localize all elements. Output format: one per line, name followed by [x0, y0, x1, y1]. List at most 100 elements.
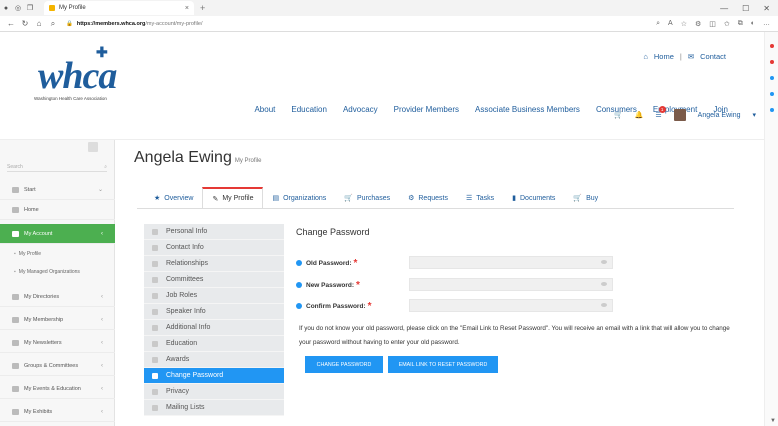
home-link[interactable]: Home — [654, 52, 674, 61]
menu-icon[interactable]: … — [763, 20, 770, 28]
sidebar-dot-icon[interactable] — [769, 60, 774, 64]
back-icon[interactable]: ← — [4, 19, 18, 28]
tasks-icon[interactable]: ☰ 1 — [655, 106, 666, 119]
extensions-icon[interactable]: ⚙ — [695, 20, 701, 28]
split-screen-icon[interactable]: ◫ — [709, 20, 716, 28]
browser-tab-actions-icon[interactable]: ❐ — [24, 2, 36, 14]
email-reset-link-button[interactable]: EMAIL LINK TO RESET PASSWORD — [388, 356, 498, 373]
subnav-job-roles[interactable]: Job Roles — [144, 288, 284, 304]
old-password-field[interactable] — [409, 256, 613, 269]
eye-icon[interactable] — [601, 260, 607, 264]
tab-documents[interactable]: ▮ Documents — [503, 187, 564, 209]
tab-purchases[interactable]: 🛒 Purchases — [335, 187, 399, 209]
browser-profile-icon[interactable]: ● — [0, 2, 12, 14]
refresh-icon[interactable]: ↻ — [18, 19, 32, 28]
logo-cross-icon: ✚ — [96, 44, 108, 60]
change-password-button[interactable]: CHANGE PASSWORD — [305, 356, 383, 373]
tab-overview[interactable]: ★ Overview — [145, 187, 202, 209]
sidebar-dot-icon[interactable] — [769, 108, 774, 112]
sidebar-item-my-newsletters[interactable]: My Newsletters ‹ — [0, 333, 115, 353]
new-tab-button[interactable]: + — [200, 3, 205, 13]
sidebar-dot-icon[interactable] — [769, 44, 774, 48]
sidebar-subitem-managed-orgs[interactable]: ▪ My Managed Organizations — [0, 264, 115, 280]
sidebar-item-start[interactable]: Start ⌄ — [0, 180, 115, 200]
tab-tasks[interactable]: ☰ Tasks — [457, 187, 503, 209]
required-mark: * — [367, 300, 372, 312]
notification-badge: 1 — [658, 106, 666, 113]
sidebar-item-groups-committees[interactable]: Groups & Committees ‹ — [0, 356, 115, 376]
nav-provider-members[interactable]: Provider Members — [394, 105, 459, 114]
home-icon[interactable]: ⌂ — [32, 19, 46, 28]
chevron-down-icon[interactable]: ▾ — [752, 111, 756, 119]
cart-icon: 🛒 — [344, 195, 354, 202]
sidebar-item-label: My Newsletters — [24, 339, 62, 346]
copilot-icon[interactable]: ◐ — [751, 20, 755, 28]
subnav-mailing-lists[interactable]: Mailing Lists — [144, 400, 284, 416]
sidebar-toggle-icon[interactable] — [88, 142, 98, 152]
building-icon: ▤ — [272, 195, 280, 202]
user-name[interactable]: Angela Ewing — [698, 112, 741, 119]
favorite-star-icon[interactable]: ☆ — [681, 20, 687, 28]
favorites-icon[interactable]: ✩ — [724, 20, 730, 28]
nav-associate-business-members[interactable]: Associate Business Members — [475, 105, 580, 114]
sidebar-item-events-education[interactable]: My Events & Education ‹ — [0, 379, 115, 399]
subnav-awards[interactable]: Awards — [144, 352, 284, 368]
nav-advocacy[interactable]: Advocacy — [343, 105, 378, 114]
browser-tab[interactable]: My Profile × — [44, 1, 194, 15]
zoom-icon[interactable]: ⌕ — [656, 20, 660, 28]
search-input[interactable]: Search ⌕ — [7, 162, 107, 172]
collections-icon[interactable]: ⧉ — [738, 20, 743, 28]
tab-my-profile[interactable]: ✎ My Profile — [202, 187, 264, 209]
confirm-password-field[interactable] — [409, 299, 613, 312]
url-input[interactable]: 🔒 https://members.whca.org/my-account/my… — [66, 18, 646, 29]
subnav-education[interactable]: Education — [144, 336, 284, 352]
sidebar-subitem-my-profile[interactable]: ▪ My Profile — [0, 246, 115, 262]
info-icon[interactable] — [296, 260, 302, 266]
subnav-committees[interactable]: Committees — [144, 272, 284, 288]
new-password-field[interactable] — [409, 278, 613, 291]
chevron-left-icon: ‹ — [101, 385, 103, 392]
subnav-additional-info[interactable]: Additional Info — [144, 320, 284, 336]
tab-close-icon[interactable]: × — [185, 5, 189, 12]
minimize-button[interactable]: — — [720, 4, 728, 13]
tab-organizations[interactable]: ▤ Organizations — [263, 187, 335, 209]
read-aloud-icon[interactable]: A — [668, 20, 673, 28]
nav-education[interactable]: Education — [291, 105, 327, 114]
subnav-label: Contact Info — [166, 244, 204, 251]
address-bar-row: ← ↻ ⌂ ⌕ 🔒 https://members.whca.org/my-ac… — [0, 16, 778, 32]
search-icon[interactable]: ⌕ — [46, 19, 60, 29]
sidebar-item-my-account[interactable]: My Account ‹ — [0, 224, 115, 244]
eye-icon[interactable] — [601, 282, 607, 286]
close-window-button[interactable]: ✕ — [763, 4, 770, 13]
site-logo[interactable]: whca ✚ Washington Health Care Associatio… — [28, 44, 148, 106]
nav-about[interactable]: About — [254, 105, 275, 114]
trophy-icon — [152, 356, 158, 363]
subnav-relationships[interactable]: Relationships — [144, 256, 284, 272]
sidebar-dot-icon[interactable] — [769, 76, 774, 80]
sidebar-item-home[interactable]: Home — [0, 200, 115, 220]
sidebar-item-my-exhibits[interactable]: My Exhibits ‹ — [0, 402, 115, 422]
browser-workspaces-icon[interactable]: ◎ — [12, 2, 24, 14]
sidebar-dot-icon[interactable] — [769, 92, 774, 96]
maximize-button[interactable]: ☐ — [742, 4, 749, 13]
cart-icon[interactable]: 🛒 — [614, 111, 623, 119]
subnav-speaker-info[interactable]: Speaker Info — [144, 304, 284, 320]
subnav-privacy[interactable]: Privacy — [144, 384, 284, 400]
subnav-contact-info[interactable]: Contact Info — [144, 240, 284, 256]
mail-icon — [152, 404, 158, 411]
tab-buy[interactable]: 🛒 Buy — [564, 187, 607, 209]
bell-icon[interactable]: 🔔 — [635, 111, 644, 119]
sidebar-item-my-directories[interactable]: My Directories ‹ — [0, 287, 115, 307]
info-icon[interactable] — [296, 303, 302, 309]
sidebar-item-my-membership[interactable]: My Membership ‹ — [0, 310, 115, 330]
newsletter-icon — [12, 339, 19, 346]
subnav-change-password[interactable]: Change Password — [144, 368, 284, 384]
eye-icon[interactable] — [601, 303, 607, 307]
contact-link[interactable]: Contact — [700, 52, 726, 61]
info-icon[interactable] — [296, 282, 302, 288]
user-icon — [12, 230, 19, 237]
tab-requests[interactable]: ⚙ Requests — [399, 187, 457, 209]
scroll-down-icon[interactable]: ▼ — [770, 418, 776, 424]
subnav-personal-info[interactable]: Personal Info — [144, 224, 284, 240]
avatar[interactable] — [673, 109, 686, 121]
